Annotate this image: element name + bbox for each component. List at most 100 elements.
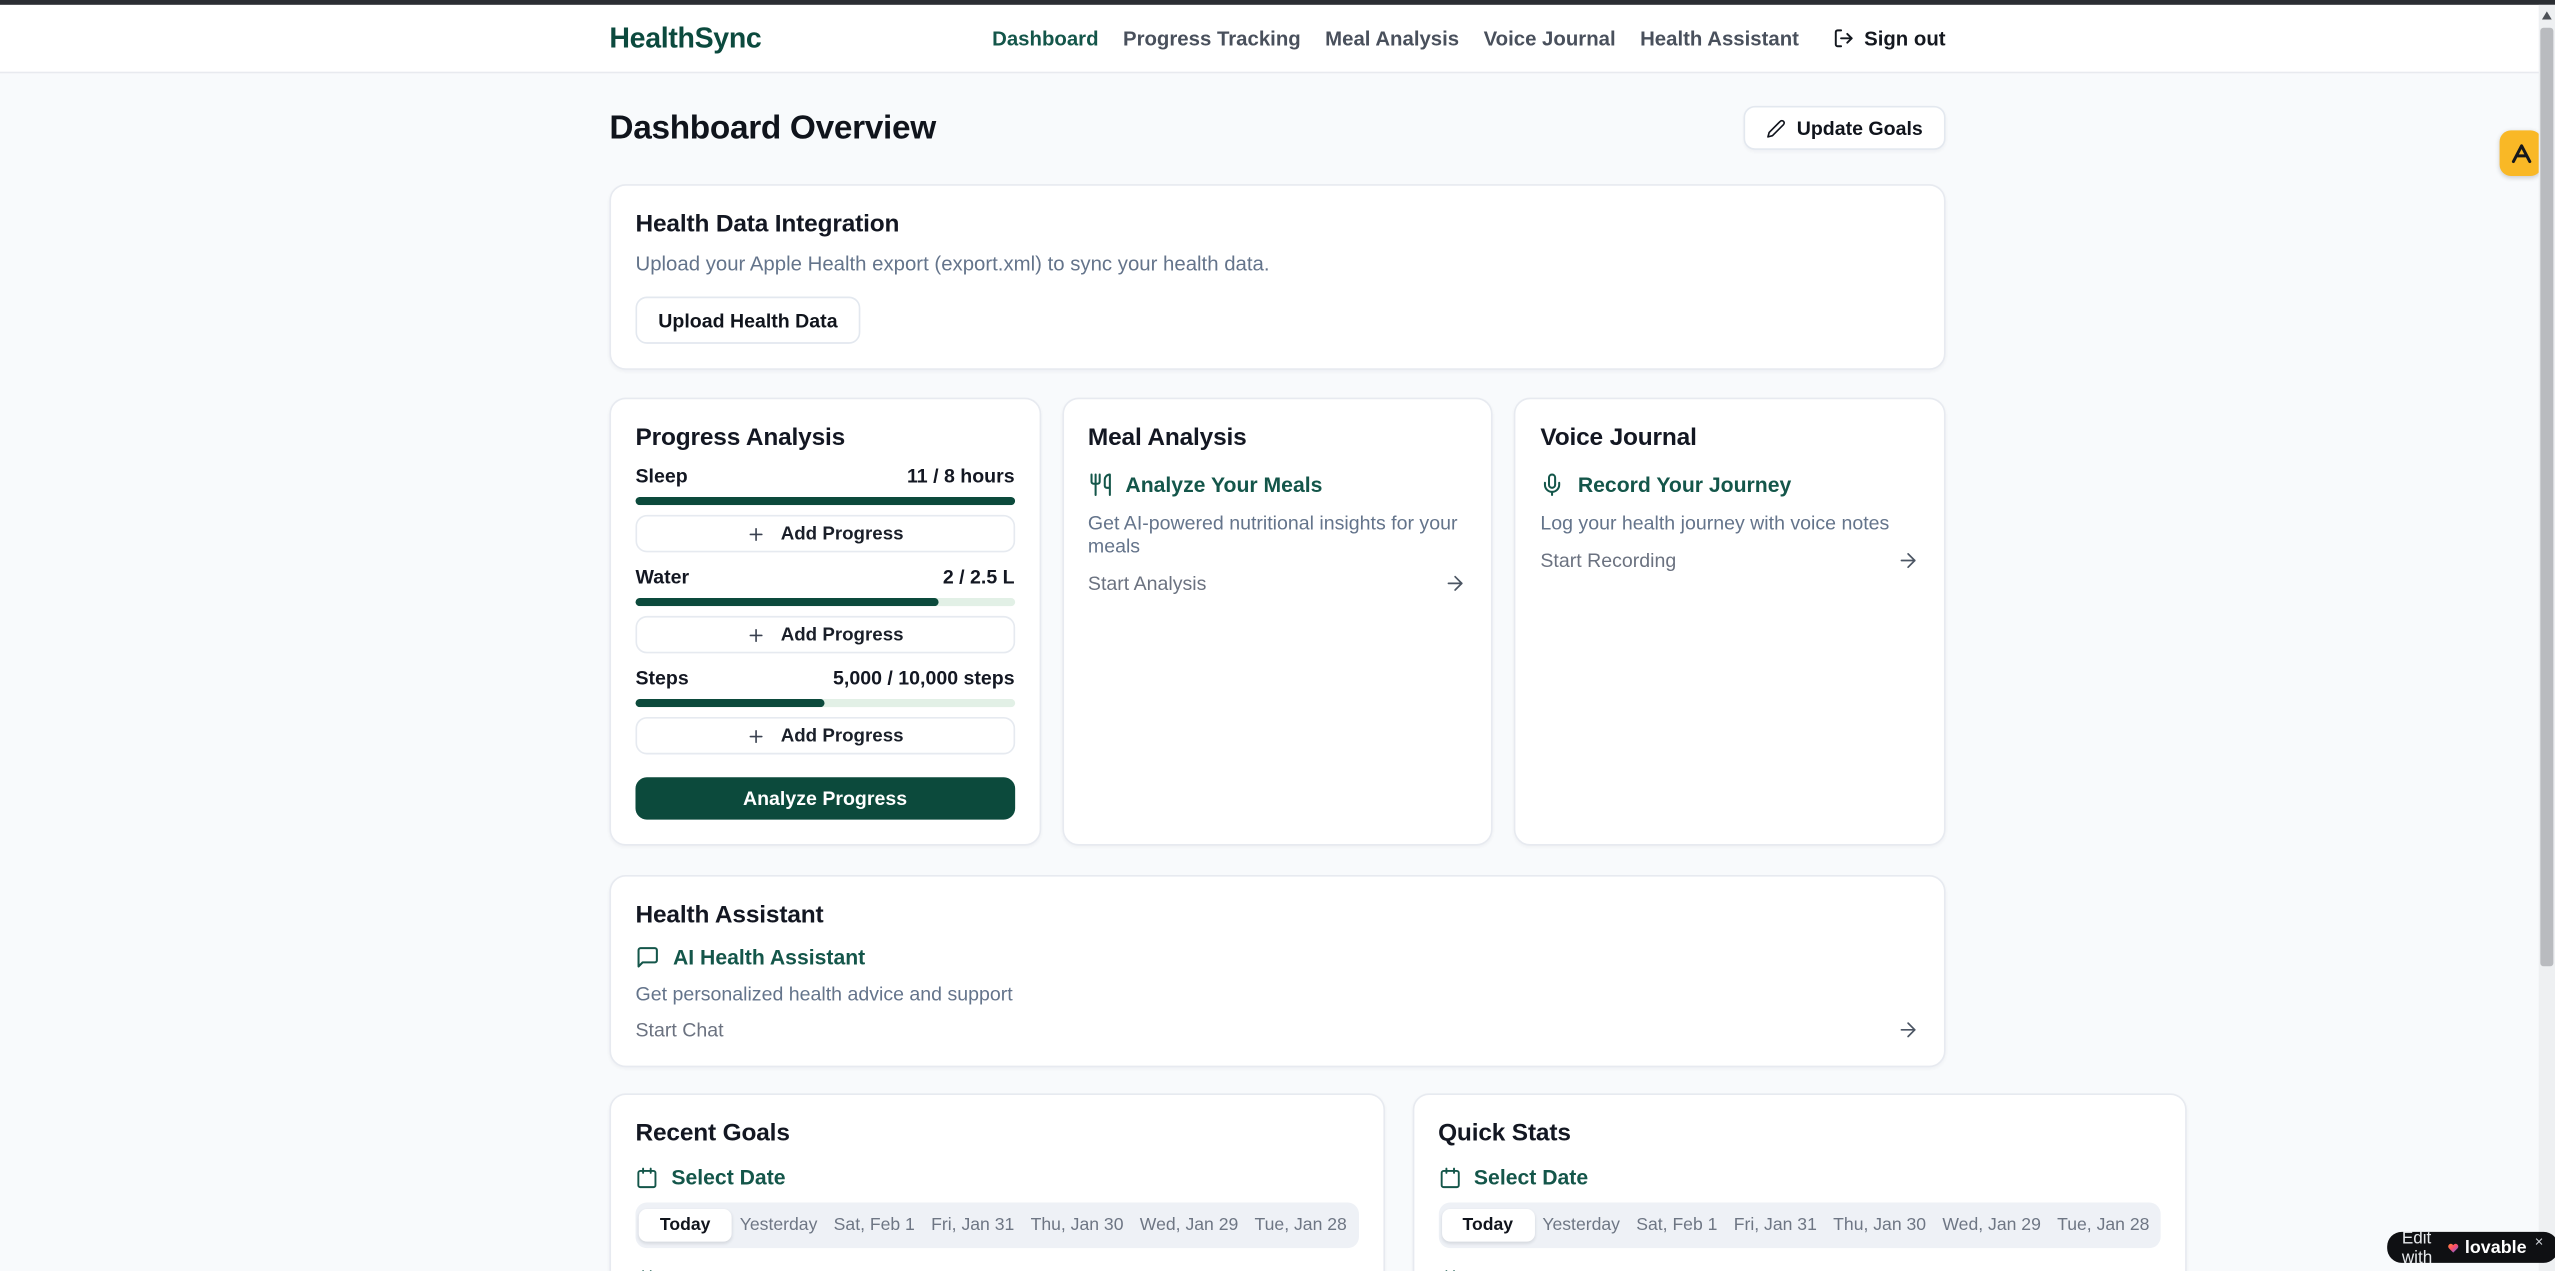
scrollbar-up-arrow-icon[interactable] <box>2539 5 2555 25</box>
nav-health-assistant[interactable]: Health Assistant <box>1640 27 1799 50</box>
ai-health-assistant-label: AI Health Assistant <box>673 945 865 969</box>
calendar-icon <box>635 1166 658 1189</box>
plus-icon <box>746 625 766 645</box>
water-progress-fill <box>635 598 938 606</box>
arrow-right-icon <box>1444 572 1467 595</box>
tab-wed-jan-29[interactable]: Wed, Jan 29 <box>1132 1209 1247 1242</box>
plus-icon <box>746 524 766 544</box>
progress-analysis-card: Progress Analysis Sleep 11 / 8 hours Add… <box>609 398 1040 846</box>
start-analysis-action[interactable]: Start Analysis <box>1088 572 1467 595</box>
start-chat-action[interactable]: Start Chat <box>635 1018 1919 1041</box>
analyze-your-meals-label: Analyze Your Meals <box>1125 473 1322 497</box>
voice-journal-card: Voice Journal Record Your Journey Log yo… <box>1514 398 1945 846</box>
tab-yesterday[interactable]: Yesterday <box>1534 1209 1628 1242</box>
metric-value: 11 / 8 hours <box>907 464 1015 487</box>
metric-steps: Steps 5,000 / 10,000 steps Add Progress <box>635 666 1014 754</box>
steps-progress-bar <box>635 699 1014 707</box>
recent-goals-selected-date[interactable]: February 3, 2025 <box>635 1268 1358 1271</box>
add-progress-label: Add Progress <box>781 524 904 544</box>
quick-stats-date-tabs: Today Yesterday Sat, Feb 1 Fri, Jan 31 T… <box>1438 1203 2161 1249</box>
update-goals-button[interactable]: Update Goals <box>1743 106 1946 150</box>
tab-sat-feb-1[interactable]: Sat, Feb 1 <box>826 1209 923 1242</box>
water-progress-bar <box>635 598 1014 606</box>
health-data-description: Upload your Apple Health export (export.… <box>635 253 1919 276</box>
add-progress-steps-button[interactable]: Add Progress <box>635 717 1014 754</box>
record-your-journey-link[interactable]: Record Your Journey <box>1540 473 1919 497</box>
meal-analysis-title: Meal Analysis <box>1088 424 1467 452</box>
add-progress-water-button[interactable]: Add Progress <box>635 616 1014 653</box>
start-recording-label: Start Recording <box>1540 549 1676 572</box>
health-data-card: Health Data Integration Upload your Appl… <box>609 184 1945 370</box>
health-assistant-card: Health Assistant AI Health Assistant Get… <box>609 875 1945 1067</box>
tab-thu-jan-30[interactable]: Thu, Jan 30 <box>1825 1209 1934 1242</box>
tab-fri-jan-31[interactable]: Fri, Jan 31 <box>1726 1209 1825 1242</box>
brand-logo: HealthSync <box>609 21 761 55</box>
analyze-progress-button[interactable]: Analyze Progress <box>635 777 1014 819</box>
quick-stats-selected-date[interactable]: February 3, 2025 <box>1438 1268 2161 1271</box>
feature-cards-row: Progress Analysis Sleep 11 / 8 hours Add… <box>609 398 1945 846</box>
recent-goals-card: Recent Goals Select Date Today Yesterday… <box>609 1093 1384 1271</box>
tab-wed-jan-29[interactable]: Wed, Jan 29 <box>1934 1209 2049 1242</box>
utensils-icon <box>1088 473 1112 497</box>
metric-water: Water 2 / 2.5 L Add Progress <box>635 565 1014 653</box>
badge-prefix: Edit with <box>2402 1228 2440 1267</box>
scrollbar[interactable] <box>2539 5 2555 1271</box>
select-date-label: Select Date <box>671 1165 785 1189</box>
nav-meal-analysis[interactable]: Meal Analysis <box>1325 27 1459 50</box>
sign-out-label: Sign out <box>1864 27 1945 50</box>
start-chat-label: Start Chat <box>635 1018 723 1041</box>
page-title: Dashboard Overview <box>609 108 935 147</box>
nav-voice-journal[interactable]: Voice Journal <box>1484 27 1616 50</box>
upload-health-data-button[interactable]: Upload Health Data <box>635 297 860 344</box>
tab-sat-feb-1[interactable]: Sat, Feb 1 <box>1628 1209 1725 1242</box>
heart-icon <box>2447 1238 2459 1258</box>
voice-journal-description: Log your health journey with voice notes <box>1540 512 1919 535</box>
sign-out-button[interactable]: Sign out <box>1833 27 1945 50</box>
metric-label: Steps <box>635 666 688 689</box>
tab-fri-jan-31[interactable]: Fri, Jan 31 <box>923 1209 1022 1242</box>
arrow-right-icon <box>1897 549 1920 572</box>
ai-health-assistant-link[interactable]: AI Health Assistant <box>635 945 1919 969</box>
start-recording-action[interactable]: Start Recording <box>1540 549 1919 572</box>
meal-analysis-description: Get AI-powered nutritional insights for … <box>1088 512 1467 558</box>
sleep-progress-fill <box>635 497 1014 505</box>
tab-thu-jan-30[interactable]: Thu, Jan 30 <box>1022 1209 1131 1242</box>
bottom-cards-row: Recent Goals Select Date Today Yesterday… <box>609 1093 1945 1271</box>
badge-close-icon[interactable]: × <box>2535 1233 2544 1249</box>
nav-progress-tracking[interactable]: Progress Tracking <box>1123 27 1301 50</box>
quick-stats-title: Quick Stats <box>1438 1119 2161 1147</box>
logout-icon <box>1833 28 1854 49</box>
add-progress-sleep-button[interactable]: Add Progress <box>635 515 1014 552</box>
add-progress-label: Add Progress <box>781 625 904 645</box>
sleep-progress-bar <box>635 497 1014 505</box>
tab-today[interactable]: Today <box>1441 1209 1534 1242</box>
selected-date-label: February 3, 2025 <box>1476 1268 1643 1271</box>
select-date-label: Select Date <box>1474 1165 1588 1189</box>
metric-value: 5,000 / 10,000 steps <box>833 666 1015 689</box>
tab-today[interactable]: Today <box>639 1209 732 1242</box>
nav-dashboard[interactable]: Dashboard <box>992 27 1098 50</box>
metric-sleep: Sleep 11 / 8 hours Add Progress <box>635 464 1014 552</box>
recent-goals-select-date[interactable]: Select Date <box>635 1165 1358 1189</box>
meal-analysis-card: Meal Analysis Analyze Your Meals Get AI-… <box>1062 398 1493 846</box>
tab-tue-jan-28[interactable]: Tue, Jan 28 <box>1246 1209 1355 1242</box>
app-root: HealthSync Dashboard Progress Tracking M… <box>0 0 2555 1271</box>
tab-tue-jan-28[interactable]: Tue, Jan 28 <box>2049 1209 2158 1242</box>
record-your-journey-label: Record Your Journey <box>1578 473 1791 497</box>
add-progress-label: Add Progress <box>781 726 904 746</box>
analyze-your-meals-link[interactable]: Analyze Your Meals <box>1088 473 1467 497</box>
scrollbar-thumb[interactable] <box>2540 28 2553 967</box>
lovable-badge[interactable]: Edit with lovable × <box>2387 1232 2555 1263</box>
tab-yesterday[interactable]: Yesterday <box>732 1209 826 1242</box>
extension-fab-button[interactable] <box>2500 130 2542 176</box>
arrow-right-icon <box>1897 1018 1920 1041</box>
progress-analysis-title: Progress Analysis <box>635 424 1014 452</box>
page-body: Dashboard Overview Update Goals Health D… <box>0 73 2555 1271</box>
app-header: HealthSync Dashboard Progress Tracking M… <box>0 5 2555 73</box>
quick-stats-select-date[interactable]: Select Date <box>1438 1165 2161 1189</box>
health-assistant-title: Health Assistant <box>635 901 1919 929</box>
pencil-icon <box>1766 118 1786 138</box>
start-analysis-label: Start Analysis <box>1088 572 1206 595</box>
microphone-icon <box>1540 473 1564 497</box>
main-nav: Dashboard Progress Tracking Meal Analysi… <box>992 27 1945 50</box>
